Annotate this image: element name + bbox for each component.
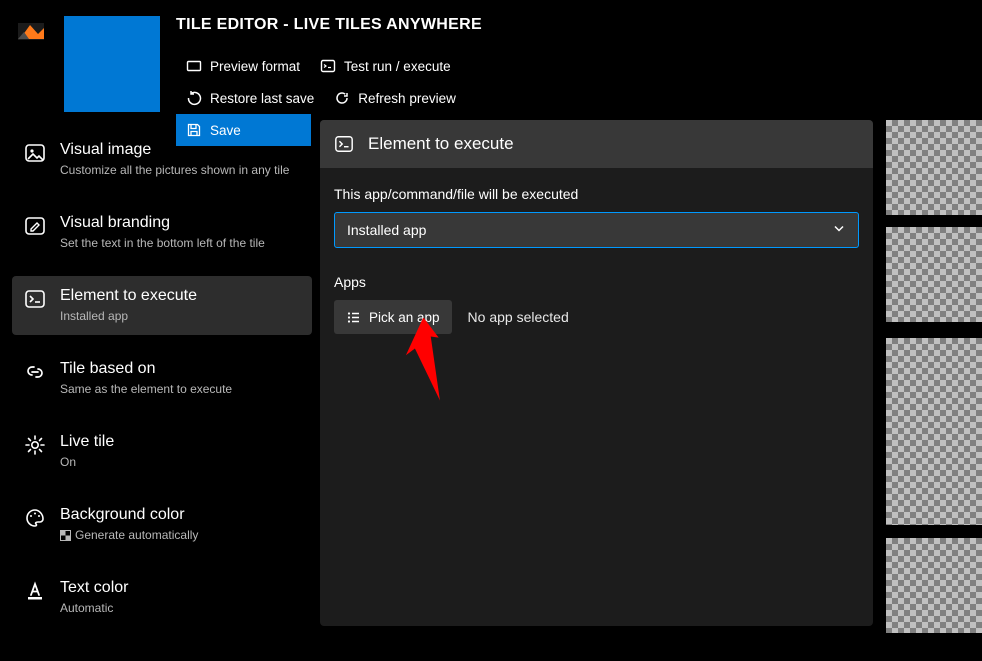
sidebar-item-label: Live tile [60, 432, 300, 452]
sidebar-item-sub: On [60, 455, 300, 469]
sidebar-item-background-color[interactable]: Background color Generate automatically [12, 495, 312, 554]
refresh-icon [334, 90, 350, 106]
sidebar-item-label: Visual branding [60, 213, 300, 233]
sidebar-item-label: Text color [60, 578, 300, 598]
terminal-icon [334, 134, 354, 154]
sidebar-item-visual-image[interactable]: Visual image Customize all the pictures … [12, 130, 312, 189]
panel-header: Element to execute [320, 120, 873, 168]
text-color-icon [24, 580, 46, 602]
terminal-icon [24, 288, 46, 310]
edit-icon [24, 215, 46, 237]
rectangle-icon [186, 58, 202, 74]
palette-icon [24, 507, 46, 529]
sidebar-item-element-to-execute[interactable]: Element to execute Installed app [12, 276, 312, 335]
sidebar-item-sub: Installed app [60, 309, 300, 323]
app-title: TILE EDITOR - LIVE TILES ANYWHERE [176, 16, 581, 34]
sidebar-item-tile-based-on[interactable]: Tile based on Same as the element to exe… [12, 349, 312, 408]
chevron-down-icon [832, 222, 846, 239]
apps-label: Apps [334, 274, 859, 290]
sidebar-item-sub: Same as the element to execute [60, 382, 300, 396]
sidebar-item-text-color[interactable]: Text color Automatic [12, 568, 312, 627]
sidebar-item-live-tile[interactable]: Live tile On [12, 422, 312, 481]
sidebar: Visual image Customize all the pictures … [12, 130, 312, 627]
tile-preview-small-3 [886, 538, 982, 633]
link-icon [24, 361, 46, 383]
sidebar-item-label: Element to execute [60, 286, 300, 306]
sidebar-item-sub: Set the text in the bottom left of the t… [60, 236, 300, 250]
field-label: This app/command/file will be executed [334, 186, 859, 202]
image-icon [24, 142, 46, 164]
dropdown-value: Installed app [347, 222, 426, 238]
undo-icon [186, 90, 202, 106]
test-run-button[interactable]: Test run / execute [310, 50, 461, 82]
panel-title: Element to execute [368, 134, 514, 154]
no-app-selected-label: No app selected [468, 309, 569, 325]
list-icon [346, 310, 361, 325]
sun-icon [24, 434, 46, 456]
sidebar-item-label: Visual image [60, 140, 300, 160]
sidebar-item-sub: Automatic [60, 601, 300, 615]
refresh-preview-button[interactable]: Refresh preview [324, 82, 466, 114]
execute-type-dropdown[interactable]: Installed app [334, 212, 859, 248]
sidebar-item-visual-branding[interactable]: Visual branding Set the text in the bott… [12, 203, 312, 262]
restore-last-save-button[interactable]: Restore last save [176, 82, 324, 114]
tile-preview [64, 16, 160, 112]
preview-format-button[interactable]: Preview format [176, 50, 310, 82]
pick-an-app-button[interactable]: Pick an app [334, 300, 452, 334]
sidebar-item-label: Background color [60, 505, 300, 525]
tile-preview-small-2 [886, 227, 982, 322]
terminal-icon [320, 58, 336, 74]
sidebar-item-sub: Customize all the pictures shown in any … [60, 163, 300, 177]
tile-preview-small-1 [886, 120, 982, 215]
tile-preview-large [886, 338, 982, 525]
sidebar-item-sub: Generate automatically [60, 528, 300, 542]
app-window-icon [18, 23, 44, 40]
sidebar-item-label: Tile based on [60, 359, 300, 379]
main-panel: Element to execute This app/command/file… [320, 120, 873, 626]
